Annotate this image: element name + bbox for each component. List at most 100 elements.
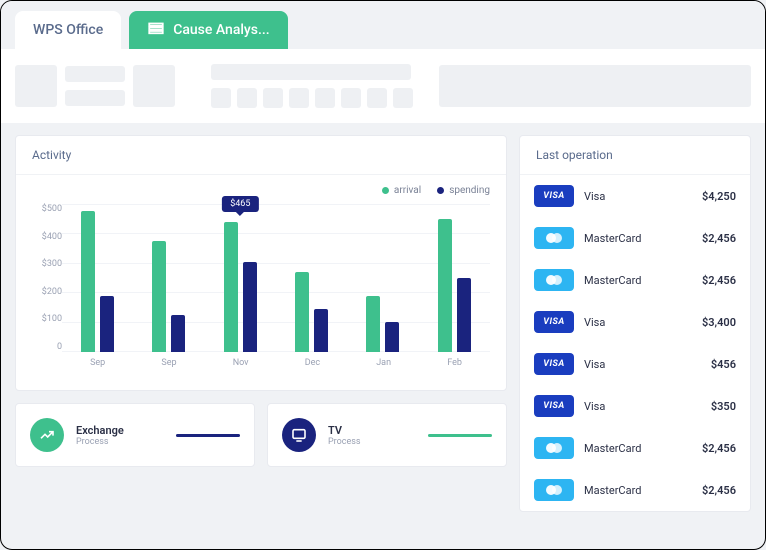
operation-row[interactable]: VISA Visa$456 (520, 343, 750, 385)
operation-amount: $456 (711, 358, 736, 371)
last-operation-title: Last operation (520, 136, 750, 175)
tab-label: Cause Analys... (173, 22, 269, 38)
bar-group[interactable]: $465 (224, 222, 257, 352)
widget-subtitle: Process (328, 437, 416, 447)
x-tick: Jan (376, 358, 391, 368)
widget-title: Exchange (76, 424, 164, 437)
mastercard-icon (534, 437, 574, 459)
ribbon-skeleton (393, 88, 413, 108)
y-axis: $500$400$300$200$1000 (32, 204, 62, 374)
ribbon-skeleton (65, 90, 125, 106)
operation-name: MasterCard (584, 442, 702, 455)
bar-arrival[interactable] (366, 296, 380, 352)
operation-amount: $4,250 (702, 190, 736, 203)
legend-label: arrival (394, 185, 421, 196)
chart-tooltip: $465 (222, 196, 258, 212)
ribbon-skeleton (315, 88, 335, 108)
ribbon-skeleton (263, 88, 283, 108)
ribbon-skeleton (133, 65, 175, 107)
mastercard-icon (534, 269, 574, 291)
y-tick: $400 (32, 232, 62, 242)
operation-name: MasterCard (584, 232, 702, 245)
legend-label: spending (449, 185, 490, 196)
chart-bars: $465 (62, 204, 490, 352)
ribbon-skeleton (211, 64, 411, 80)
legend-spending: spending (437, 185, 490, 196)
widget-exchange[interactable]: ExchangeProcess (15, 403, 255, 467)
bar-group[interactable] (81, 211, 114, 352)
app-window: WPS Office Cause Analys... (0, 0, 766, 550)
content-area: Activity arrival spending $500$400$300$2… (1, 123, 765, 524)
chart-legend: arrival spending (32, 185, 490, 196)
bar-group[interactable] (438, 219, 471, 352)
operation-name: MasterCard (584, 484, 702, 497)
widget-bar (428, 434, 492, 437)
dot-icon (437, 187, 444, 194)
operation-name: MasterCard (584, 274, 702, 287)
widget-bar (176, 434, 240, 437)
operation-amount: $2,456 (702, 274, 736, 287)
tab-wps-office[interactable]: WPS Office (15, 11, 121, 49)
operation-amount: $3,400 (702, 316, 736, 329)
operation-row[interactable]: VISA Visa$3,400 (520, 301, 750, 343)
mastercard-icon (534, 227, 574, 249)
operation-name: Visa (584, 190, 702, 203)
operation-name: Visa (584, 400, 711, 413)
ribbon-skeleton (367, 88, 387, 108)
bar-spending[interactable] (243, 262, 257, 352)
bar-group[interactable] (366, 296, 399, 352)
ribbon-skeleton (289, 88, 309, 108)
tab-cause-analysis[interactable]: Cause Analys... (129, 11, 287, 49)
ribbon-placeholder (1, 49, 765, 123)
bar-group[interactable] (295, 272, 328, 352)
operation-row[interactable]: MasterCard$2,456 (520, 469, 750, 511)
ribbon-skeleton (15, 65, 57, 107)
y-tick: $300 (32, 259, 62, 269)
operation-row[interactable]: MasterCard$2,456 (520, 217, 750, 259)
ribbon-skeleton (341, 88, 361, 108)
bar-spending[interactable] (100, 296, 114, 352)
x-tick: Dec (305, 358, 320, 368)
operation-row[interactable]: VISAVisa$4,250 (520, 175, 750, 217)
operation-name: Visa (584, 316, 702, 329)
operation-row[interactable]: MasterCard$2,456 (520, 259, 750, 301)
widget-title: TV (328, 424, 416, 437)
tab-bar: WPS Office Cause Analys... (1, 1, 765, 49)
bar-spending[interactable] (314, 309, 328, 352)
y-tick: $100 (32, 314, 62, 324)
operations-list: VISAVisa$4,250MasterCard$2,456MasterCard… (520, 175, 750, 511)
trend-icon (30, 418, 64, 452)
operation-amount: $2,456 (702, 442, 736, 455)
x-tick: Sep (161, 358, 176, 368)
bar-arrival[interactable] (295, 272, 309, 352)
visa-icon: VISA (534, 353, 574, 375)
y-tick: $500 (32, 204, 62, 214)
operation-row[interactable]: VISA Visa$350 (520, 385, 750, 427)
bar-arrival[interactable] (224, 222, 238, 352)
widget-tv[interactable]: TVProcess (267, 403, 507, 467)
bar-arrival[interactable] (438, 219, 452, 352)
bar-arrival[interactable] (81, 211, 95, 352)
bar-group[interactable] (152, 241, 185, 352)
ribbon-skeleton (211, 88, 231, 108)
mastercard-icon (534, 479, 574, 501)
bar-arrival[interactable] (152, 241, 166, 352)
operation-amount: $2,456 (702, 484, 736, 497)
visa-icon: VISA (534, 311, 574, 333)
visa-icon: VISA (534, 395, 574, 417)
activity-card: Activity arrival spending $500$400$300$2… (15, 135, 507, 391)
y-tick: $200 (32, 287, 62, 297)
operation-amount: $350 (711, 400, 736, 413)
x-tick: Sep (90, 358, 105, 368)
operation-row[interactable]: MasterCard$2,456 (520, 427, 750, 469)
bar-spending[interactable] (171, 315, 185, 352)
ribbon-skeleton (65, 66, 125, 82)
ribbon-skeleton (237, 88, 257, 108)
operation-amount: $2,456 (702, 232, 736, 245)
operation-name: Visa (584, 358, 711, 371)
tab-label: WPS Office (33, 22, 103, 38)
bar-spending[interactable] (457, 278, 471, 352)
dot-icon (382, 187, 389, 194)
bar-chart: $500$400$300$200$1000 $465 SepSepNovDecJ… (32, 204, 490, 374)
bar-spending[interactable] (385, 322, 399, 352)
